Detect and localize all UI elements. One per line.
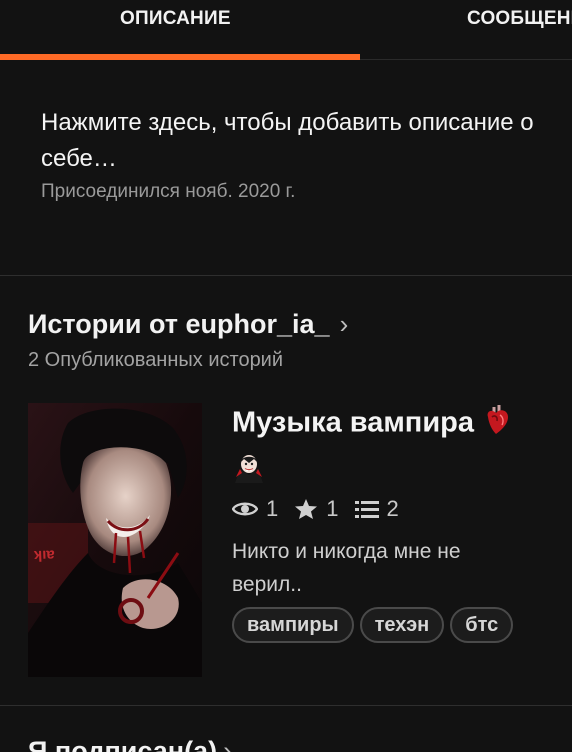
stories-header-link[interactable]: Истории от euphor_ia_ › bbox=[28, 309, 348, 340]
reads-count: 1 bbox=[266, 496, 279, 521]
description-prompt-line1: Нажмите здесь, чтобы добавить описание о bbox=[41, 109, 534, 136]
tag-vampires[interactable]: вампиры bbox=[232, 607, 354, 643]
following-section[interactable]: Я подписан(а) › bbox=[0, 705, 572, 752]
svg-text:ʞıɐ: ʞıɐ bbox=[34, 545, 55, 563]
vampire-icon bbox=[232, 451, 562, 485]
profile-page: ОПИСАНИЕ СООБЩЕНИЯ Нажмите здесь, чтобы … bbox=[0, 0, 572, 752]
story-title[interactable]: Музыка вампира bbox=[232, 403, 562, 445]
story-description-line2: верил.. bbox=[232, 573, 302, 596]
parts-count: 2 bbox=[386, 496, 399, 521]
tab-description-label: ОПИСАНИЕ bbox=[120, 8, 231, 29]
story-title-text: Музыка вампира bbox=[232, 406, 474, 439]
story-stats: 1 1 2 bbox=[232, 495, 562, 523]
active-tab-indicator bbox=[0, 54, 360, 60]
tag-bts[interactable]: бтс bbox=[450, 607, 514, 643]
chevron-right-icon: › bbox=[223, 736, 233, 752]
story-card[interactable]: Музыка вампира 1 1 2 Никто и никогда мне… bbox=[232, 403, 562, 643]
stories-section: Истории от euphor_ia_ › 2 Опубликованных… bbox=[0, 277, 572, 705]
star-icon bbox=[295, 499, 318, 519]
description-prompt[interactable]: Нажмите здесь, чтобы добавить описание о… bbox=[41, 105, 572, 177]
tab-messages-label: СООБЩЕНИЯ bbox=[467, 8, 572, 29]
eye-icon bbox=[232, 502, 258, 516]
story-tags: вампиры техэн бтс bbox=[232, 607, 562, 643]
description-section[interactable]: Нажмите здесь, чтобы добавить описание о… bbox=[0, 61, 572, 276]
following-header[interactable]: Я подписан(а) › bbox=[28, 736, 232, 752]
tab-description[interactable]: ОПИСАНИЕ bbox=[0, 0, 360, 60]
tab-messages[interactable]: СООБЩЕНИЯ bbox=[360, 0, 572, 60]
votes-stat: 1 bbox=[294, 496, 339, 522]
list-icon bbox=[354, 501, 379, 518]
description-prompt-line2: себе… bbox=[41, 145, 117, 172]
chevron-right-icon: › bbox=[339, 309, 349, 339]
reads-stat: 1 bbox=[232, 496, 278, 522]
cover-illustration: ʞıɐ bbox=[28, 403, 202, 677]
tag-taehyung-jungkook[interactable]: техэн bbox=[359, 607, 445, 643]
story-description-line1: Никто и никогда мне не bbox=[232, 540, 461, 563]
votes-count: 1 bbox=[326, 496, 339, 521]
tab-bar: ОПИСАНИЕ СООБЩЕНИЯ bbox=[0, 0, 572, 60]
stories-count: 2 Опубликованных историй bbox=[28, 349, 284, 371]
story-cover-image[interactable]: ʞıɐ bbox=[28, 403, 202, 677]
story-description: Никто и никогда мне не верил.. bbox=[232, 535, 522, 601]
anatomical-heart-icon bbox=[482, 403, 512, 445]
stories-title: Истории от euphor_ia_ bbox=[28, 309, 330, 339]
following-title: Я подписан(а) bbox=[28, 736, 218, 752]
parts-stat: 2 bbox=[354, 496, 399, 522]
joined-date: Присоединился нояб. 2020 г. bbox=[41, 181, 296, 202]
